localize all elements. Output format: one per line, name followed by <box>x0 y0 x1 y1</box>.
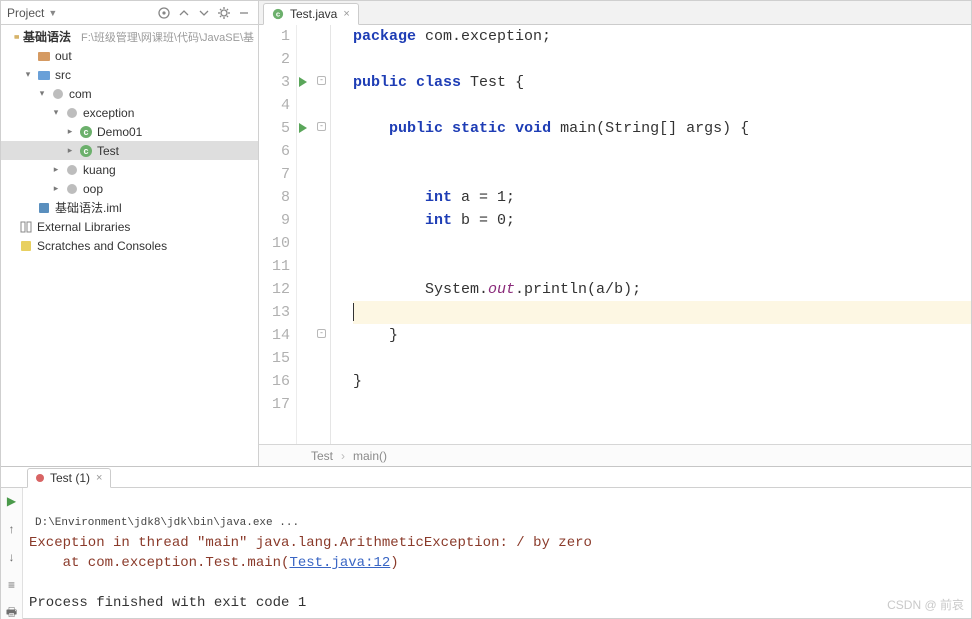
package-icon <box>65 182 79 196</box>
line-number-gutter: 1 2 3 4 5 6 7 8 9 10 11 12 13 14 <box>259 25 297 444</box>
tree-package-oop[interactable]: ▸ oop <box>1 179 258 198</box>
editor-area: c Test.java × 1 2 3 4 5 6 7 8 <box>259 1 971 466</box>
expand-all-icon[interactable] <box>176 5 192 21</box>
folder-icon <box>37 68 51 82</box>
soft-wrap-icon[interactable]: ≡ <box>5 578 19 592</box>
package-icon <box>51 87 65 101</box>
fold-icon[interactable]: - <box>317 329 326 338</box>
tree-label: kuang <box>83 163 116 177</box>
tree-module-root[interactable]: ▾ 基础语法 F:\班级管理\网课班\代码\JavaSE\基 <box>1 27 258 46</box>
svg-text:c: c <box>83 127 88 137</box>
tree-file-iml[interactable]: · 基础语法.iml <box>1 198 258 217</box>
tree-label: Demo01 <box>97 125 142 139</box>
package-icon <box>65 106 79 120</box>
console-line: at com.exception.Test.main(Test.java:12) <box>29 555 399 571</box>
tree-label: Test <box>97 144 119 158</box>
tree-package-kuang[interactable]: ▸ kuang <box>1 160 258 179</box>
chevron-right-icon: › <box>341 449 345 463</box>
breadcrumb: Test › main() <box>259 444 971 466</box>
tree-label: oop <box>83 182 103 196</box>
locate-icon[interactable] <box>156 5 172 21</box>
run-gutter <box>297 25 313 444</box>
run-toolbar: ▶ ↑ ↓ ≡ 🖶 <box>1 488 23 619</box>
fold-gutter: - - - <box>313 25 331 444</box>
tree-label: exception <box>83 106 134 120</box>
run-icon[interactable] <box>299 123 307 133</box>
tree-folder-src[interactable]: ▾ src <box>1 65 258 84</box>
editor-tabs: c Test.java × <box>259 1 971 25</box>
tab-label: Test.java <box>290 7 337 21</box>
scroll-down-icon[interactable]: ↓ <box>5 550 19 564</box>
gear-icon[interactable] <box>216 5 232 21</box>
project-tool-header: Project ▼ <box>1 1 258 25</box>
console-output[interactable]: D:\Environment\jdk8\jdk\bin\java.exe ...… <box>23 488 971 619</box>
svg-text:c: c <box>276 10 281 19</box>
tree-package-exception[interactable]: ▾ exception <box>1 103 258 122</box>
breadcrumb-class[interactable]: Test <box>311 449 333 463</box>
tab-test-java[interactable]: c Test.java × <box>263 3 359 25</box>
close-icon[interactable]: × <box>96 472 102 484</box>
tree-package-com[interactable]: ▾ com <box>1 84 258 103</box>
run-tab-test[interactable]: Test (1) × <box>27 468 111 488</box>
code-body[interactable]: package com.exception; public class Test… <box>331 25 971 444</box>
run-icon[interactable] <box>299 77 307 87</box>
tree-label: Scratches and Consoles <box>37 239 167 253</box>
class-icon: c <box>272 8 284 20</box>
fold-icon[interactable]: - <box>317 122 326 131</box>
close-icon[interactable]: × <box>343 8 349 20</box>
stacktrace-link[interactable]: Test.java:12 <box>289 555 390 571</box>
run-tool-window: Test (1) × ▶ ↑ ↓ ≡ 🖶 D:\Environment\jdk8… <box>1 466 971 618</box>
rerun-icon[interactable]: ▶ <box>5 494 19 508</box>
code-editor[interactable]: 1 2 3 4 5 6 7 8 9 10 11 12 13 14 <box>259 25 971 444</box>
chevron-down-icon[interactable]: ▼ <box>48 8 57 18</box>
project-tree[interactable]: ▾ 基础语法 F:\班级管理\网课班\代码\JavaSE\基 ▸ out ▾ s… <box>1 25 258 466</box>
print-icon[interactable]: 🖶 <box>5 606 19 619</box>
module-icon <box>14 30 19 44</box>
tree-label: 基础语法 <box>23 28 71 45</box>
console-line: Exception in thread "main" java.lang.Ari… <box>29 535 592 551</box>
tree-label: out <box>55 49 72 63</box>
tree-class-demo01[interactable]: ▸ c Demo01 <box>1 122 258 141</box>
tree-path: F:\班级管理\网课班\代码\JavaSE\基 <box>81 29 254 45</box>
run-tab-label: Test (1) <box>50 471 90 485</box>
run-tabs: Test (1) × <box>1 467 971 488</box>
fold-icon[interactable]: - <box>317 76 326 85</box>
breadcrumb-method[interactable]: main() <box>353 449 387 463</box>
library-icon <box>19 220 33 234</box>
module-file-icon <box>37 201 51 215</box>
console-line: D:\Environment\jdk8\jdk\bin\java.exe ... <box>35 517 299 529</box>
tree-label: src <box>55 68 71 82</box>
svg-text:c: c <box>83 146 88 156</box>
tree-class-test[interactable]: ▸ c Test <box>1 141 258 160</box>
tree-folder-out[interactable]: ▸ out <box>1 46 258 65</box>
scroll-up-icon[interactable]: ↑ <box>5 522 19 536</box>
folder-icon <box>37 49 51 63</box>
hide-icon[interactable] <box>236 5 252 21</box>
package-icon <box>65 163 79 177</box>
class-icon: c <box>79 125 93 139</box>
project-view-title[interactable]: Project <box>7 6 44 20</box>
caret-icon <box>353 303 354 321</box>
project-tool-window: Project ▼ ▾ 基础语法 F:\班级管理\网课班\代码\JavaSE\基… <box>1 1 259 466</box>
collapse-all-icon[interactable] <box>196 5 212 21</box>
tree-label: com <box>69 87 92 101</box>
tree-label: 基础语法.iml <box>55 199 122 216</box>
console-line: Process finished with exit code 1 <box>29 595 306 611</box>
tree-scratches[interactable]: ▸ Scratches and Consoles <box>1 236 258 255</box>
status-error-icon <box>36 474 44 482</box>
class-icon: c <box>79 144 93 158</box>
scratch-icon <box>19 239 33 253</box>
tree-external-libraries[interactable]: ▸ External Libraries <box>1 217 258 236</box>
tree-label: External Libraries <box>37 220 130 234</box>
current-line <box>353 301 971 324</box>
watermark: CSDN @ 前哀 <box>887 596 964 613</box>
